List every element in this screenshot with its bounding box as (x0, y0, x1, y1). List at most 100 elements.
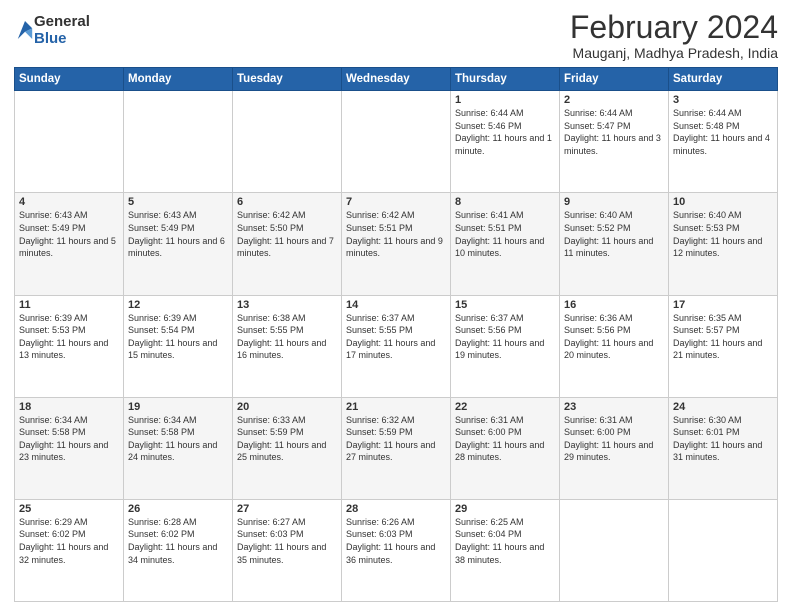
table-row: 19Sunrise: 6:34 AM Sunset: 5:58 PM Dayli… (124, 397, 233, 499)
day-number: 17 (673, 299, 773, 311)
day-info: Sunrise: 6:25 AM Sunset: 6:04 PM Dayligh… (455, 516, 555, 566)
day-number: 26 (128, 503, 228, 515)
day-info: Sunrise: 6:40 AM Sunset: 5:53 PM Dayligh… (673, 209, 773, 259)
day-info: Sunrise: 6:42 AM Sunset: 5:51 PM Dayligh… (346, 209, 446, 259)
day-info: Sunrise: 6:38 AM Sunset: 5:55 PM Dayligh… (237, 312, 337, 362)
day-number: 28 (346, 503, 446, 515)
day-number: 22 (455, 401, 555, 413)
day-number: 23 (564, 401, 664, 413)
table-row: 28Sunrise: 6:26 AM Sunset: 6:03 PM Dayli… (342, 499, 451, 601)
day-number: 3 (673, 94, 773, 106)
table-row: 20Sunrise: 6:33 AM Sunset: 5:59 PM Dayli… (233, 397, 342, 499)
table-row (669, 499, 778, 601)
col-friday: Friday (560, 68, 669, 91)
day-info: Sunrise: 6:31 AM Sunset: 6:00 PM Dayligh… (564, 414, 664, 464)
table-row: 8Sunrise: 6:41 AM Sunset: 5:51 PM Daylig… (451, 193, 560, 295)
table-row: 1Sunrise: 6:44 AM Sunset: 5:46 PM Daylig… (451, 91, 560, 193)
day-number: 16 (564, 299, 664, 311)
day-info: Sunrise: 6:34 AM Sunset: 5:58 PM Dayligh… (128, 414, 228, 464)
table-row: 2Sunrise: 6:44 AM Sunset: 5:47 PM Daylig… (560, 91, 669, 193)
day-number: 27 (237, 503, 337, 515)
table-row: 24Sunrise: 6:30 AM Sunset: 6:01 PM Dayli… (669, 397, 778, 499)
table-row: 5Sunrise: 6:43 AM Sunset: 5:49 PM Daylig… (124, 193, 233, 295)
col-wednesday: Wednesday (342, 68, 451, 91)
day-number: 15 (455, 299, 555, 311)
table-row: 22Sunrise: 6:31 AM Sunset: 6:00 PM Dayli… (451, 397, 560, 499)
day-number: 10 (673, 196, 773, 208)
day-info: Sunrise: 6:31 AM Sunset: 6:00 PM Dayligh… (455, 414, 555, 464)
table-row (124, 91, 233, 193)
day-info: Sunrise: 6:39 AM Sunset: 5:53 PM Dayligh… (19, 312, 119, 362)
calendar-table: Sunday Monday Tuesday Wednesday Thursday… (14, 67, 778, 602)
day-number: 11 (19, 299, 119, 311)
day-number: 5 (128, 196, 228, 208)
day-number: 4 (19, 196, 119, 208)
day-info: Sunrise: 6:32 AM Sunset: 5:59 PM Dayligh… (346, 414, 446, 464)
col-sunday: Sunday (15, 68, 124, 91)
day-info: Sunrise: 6:36 AM Sunset: 5:56 PM Dayligh… (564, 312, 664, 362)
table-row (342, 91, 451, 193)
day-info: Sunrise: 6:27 AM Sunset: 6:03 PM Dayligh… (237, 516, 337, 566)
day-info: Sunrise: 6:40 AM Sunset: 5:52 PM Dayligh… (564, 209, 664, 259)
table-row: 16Sunrise: 6:36 AM Sunset: 5:56 PM Dayli… (560, 295, 669, 397)
header: General Blue February 2024 Mauganj, Madh… (14, 10, 778, 61)
day-info: Sunrise: 6:28 AM Sunset: 6:02 PM Dayligh… (128, 516, 228, 566)
day-number: 20 (237, 401, 337, 413)
week-row-1: 4Sunrise: 6:43 AM Sunset: 5:49 PM Daylig… (15, 193, 778, 295)
table-row (15, 91, 124, 193)
day-number: 12 (128, 299, 228, 311)
week-row-2: 11Sunrise: 6:39 AM Sunset: 5:53 PM Dayli… (15, 295, 778, 397)
day-info: Sunrise: 6:37 AM Sunset: 5:55 PM Dayligh… (346, 312, 446, 362)
day-info: Sunrise: 6:30 AM Sunset: 6:01 PM Dayligh… (673, 414, 773, 464)
day-number: 14 (346, 299, 446, 311)
calendar-title: February 2024 (570, 10, 778, 45)
table-row: 13Sunrise: 6:38 AM Sunset: 5:55 PM Dayli… (233, 295, 342, 397)
day-info: Sunrise: 6:26 AM Sunset: 6:03 PM Dayligh… (346, 516, 446, 566)
table-row: 26Sunrise: 6:28 AM Sunset: 6:02 PM Dayli… (124, 499, 233, 601)
day-info: Sunrise: 6:43 AM Sunset: 5:49 PM Dayligh… (128, 209, 228, 259)
day-number: 19 (128, 401, 228, 413)
logo-blue-text: Blue (34, 31, 90, 48)
day-number: 6 (237, 196, 337, 208)
col-saturday: Saturday (669, 68, 778, 91)
day-number: 7 (346, 196, 446, 208)
table-row: 6Sunrise: 6:42 AM Sunset: 5:50 PM Daylig… (233, 193, 342, 295)
col-monday: Monday (124, 68, 233, 91)
calendar-header-row: Sunday Monday Tuesday Wednesday Thursday… (15, 68, 778, 91)
day-info: Sunrise: 6:35 AM Sunset: 5:57 PM Dayligh… (673, 312, 773, 362)
table-row: 25Sunrise: 6:29 AM Sunset: 6:02 PM Dayli… (15, 499, 124, 601)
day-info: Sunrise: 6:41 AM Sunset: 5:51 PM Dayligh… (455, 209, 555, 259)
logo-text: General Blue (34, 14, 90, 47)
day-number: 18 (19, 401, 119, 413)
table-row: 23Sunrise: 6:31 AM Sunset: 6:00 PM Dayli… (560, 397, 669, 499)
day-number: 24 (673, 401, 773, 413)
logo-general-text: General (34, 14, 90, 31)
day-number: 1 (455, 94, 555, 106)
table-row: 29Sunrise: 6:25 AM Sunset: 6:04 PM Dayli… (451, 499, 560, 601)
day-info: Sunrise: 6:43 AM Sunset: 5:49 PM Dayligh… (19, 209, 119, 259)
table-row: 14Sunrise: 6:37 AM Sunset: 5:55 PM Dayli… (342, 295, 451, 397)
day-number: 29 (455, 503, 555, 515)
day-info: Sunrise: 6:44 AM Sunset: 5:48 PM Dayligh… (673, 107, 773, 157)
logo-bird-icon (16, 19, 34, 41)
day-info: Sunrise: 6:29 AM Sunset: 6:02 PM Dayligh… (19, 516, 119, 566)
table-row: 9Sunrise: 6:40 AM Sunset: 5:52 PM Daylig… (560, 193, 669, 295)
col-tuesday: Tuesday (233, 68, 342, 91)
day-info: Sunrise: 6:44 AM Sunset: 5:47 PM Dayligh… (564, 107, 664, 157)
col-thursday: Thursday (451, 68, 560, 91)
calendar-subtitle: Mauganj, Madhya Pradesh, India (570, 45, 778, 61)
table-row: 10Sunrise: 6:40 AM Sunset: 5:53 PM Dayli… (669, 193, 778, 295)
day-number: 8 (455, 196, 555, 208)
day-info: Sunrise: 6:44 AM Sunset: 5:46 PM Dayligh… (455, 107, 555, 157)
table-row (560, 499, 669, 601)
page: General Blue February 2024 Mauganj, Madh… (0, 0, 792, 612)
day-info: Sunrise: 6:33 AM Sunset: 5:59 PM Dayligh… (237, 414, 337, 464)
day-info: Sunrise: 6:39 AM Sunset: 5:54 PM Dayligh… (128, 312, 228, 362)
table-row: 15Sunrise: 6:37 AM Sunset: 5:56 PM Dayli… (451, 295, 560, 397)
table-row (233, 91, 342, 193)
week-row-4: 25Sunrise: 6:29 AM Sunset: 6:02 PM Dayli… (15, 499, 778, 601)
logo: General Blue (14, 14, 90, 47)
day-info: Sunrise: 6:34 AM Sunset: 5:58 PM Dayligh… (19, 414, 119, 464)
table-row: 12Sunrise: 6:39 AM Sunset: 5:54 PM Dayli… (124, 295, 233, 397)
table-row: 21Sunrise: 6:32 AM Sunset: 5:59 PM Dayli… (342, 397, 451, 499)
